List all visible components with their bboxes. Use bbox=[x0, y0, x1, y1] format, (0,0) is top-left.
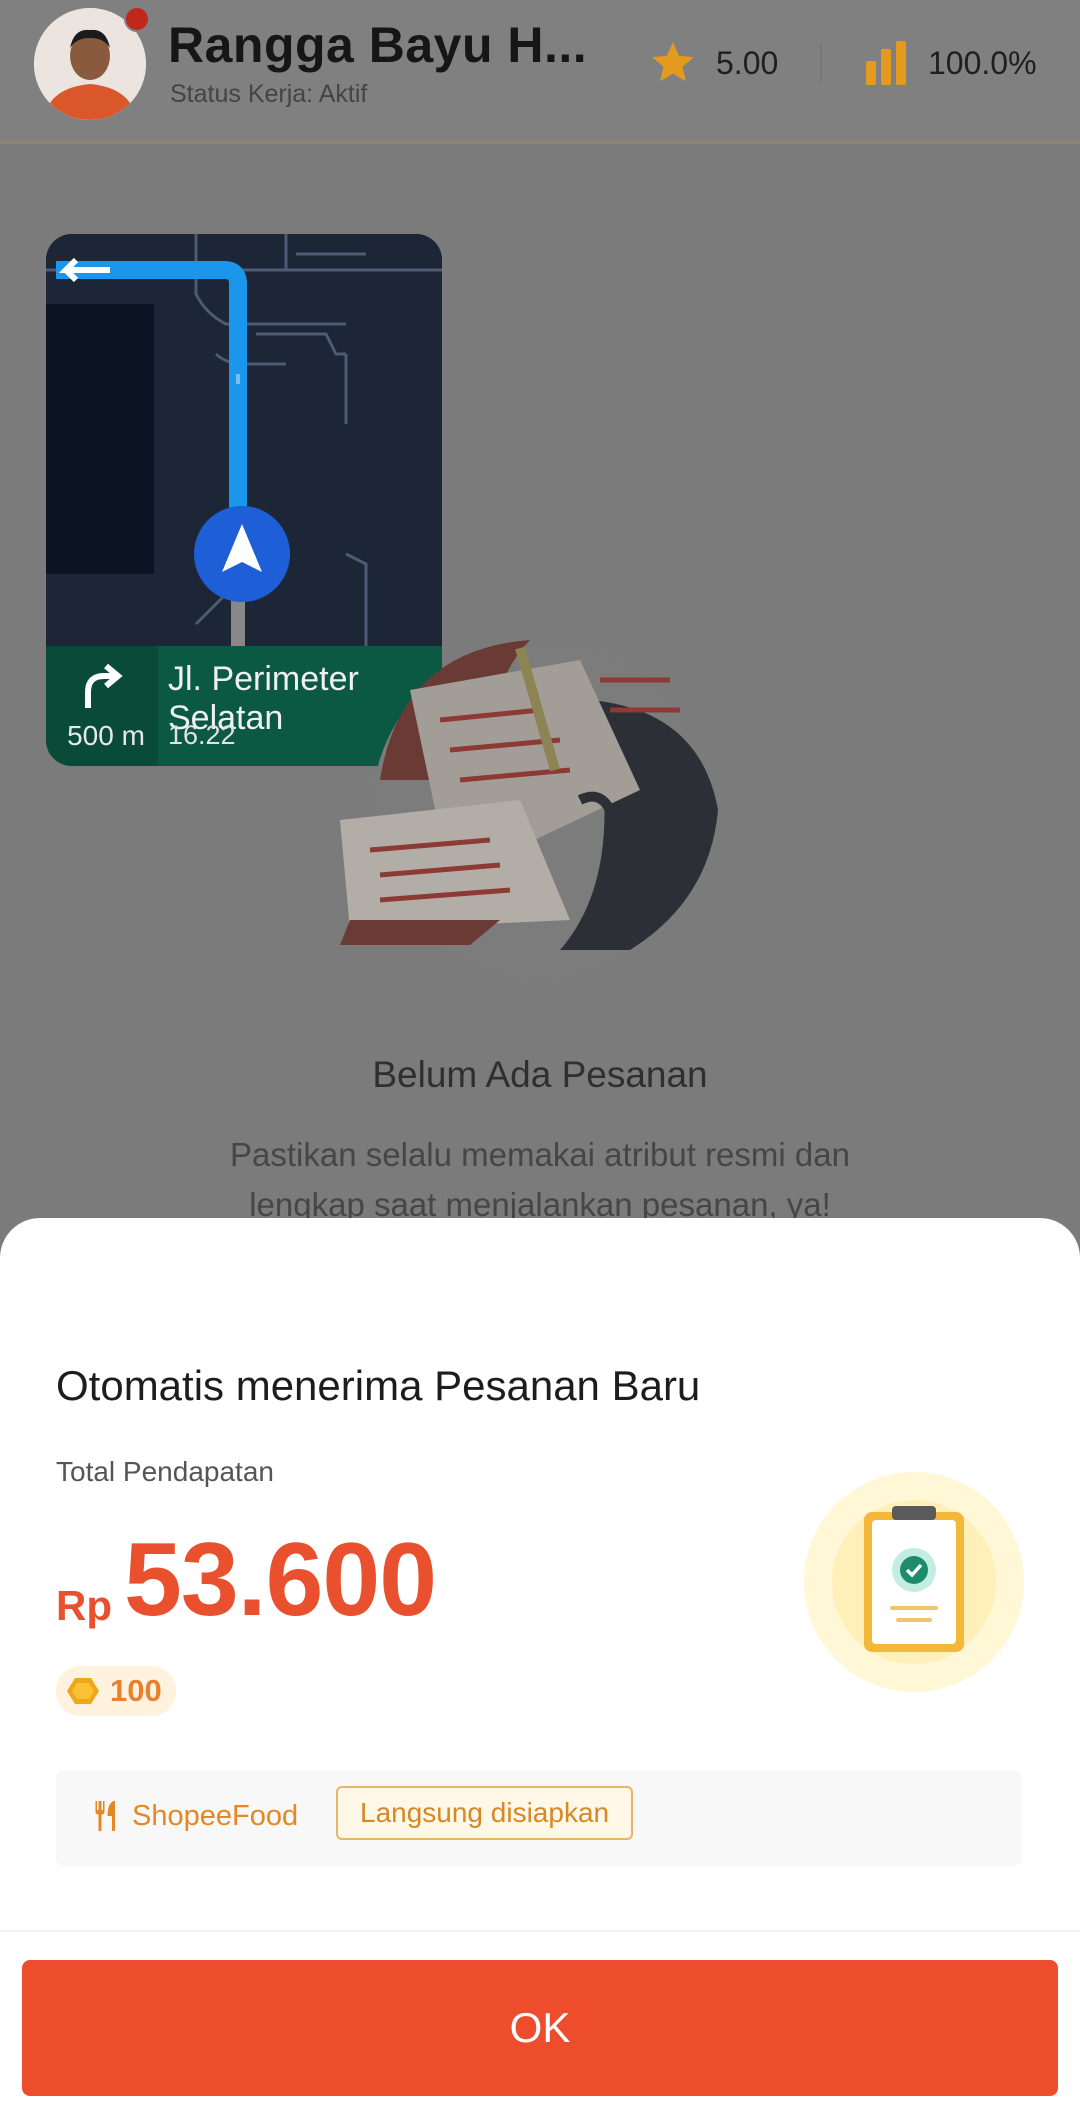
driver-name: Rangga Bayu H... bbox=[168, 17, 588, 73]
empty-state-title: Belum Ada Pesanan bbox=[372, 1054, 708, 1095]
currency-label: Rp bbox=[56, 1582, 112, 1629]
navigation-arrow-icon bbox=[194, 506, 290, 602]
service-info: ShopeeFood Langsung disiapkan bbox=[56, 1770, 1022, 1866]
ok-button[interactable]: OK bbox=[22, 1960, 1058, 2096]
sheet-divider bbox=[0, 1930, 1080, 1932]
clipboard-check-icon bbox=[804, 1472, 1024, 1692]
coins-value: 100 bbox=[110, 1673, 162, 1708]
turn-panel: 500 m bbox=[46, 646, 158, 766]
performance-stat[interactable]: 100.0% bbox=[862, 38, 1037, 88]
driver-header: Rangga Bayu H... Status Kerja: Aktif 5.0… bbox=[0, 0, 1080, 144]
bar-chart-icon bbox=[866, 41, 906, 85]
earnings-amount: 53.600 bbox=[124, 1522, 437, 1638]
navigation-map bbox=[46, 234, 442, 646]
fork-knife-icon bbox=[95, 1801, 115, 1831]
notification-dot bbox=[124, 6, 150, 32]
turn-distance: 500 m bbox=[67, 720, 145, 751]
auto-accept-order-sheet: Otomatis menerima Pesanan Baru Total Pen… bbox=[0, 1218, 1080, 2124]
rating-value: 5.00 bbox=[716, 44, 779, 81]
work-status: Status Kerja: Aktif bbox=[170, 80, 368, 108]
star-icon bbox=[652, 42, 694, 82]
turn-right-arrow-icon bbox=[85, 663, 123, 708]
preparation-tag: Langsung disiapkan bbox=[336, 1786, 634, 1840]
eta-time: 16.22 bbox=[168, 720, 236, 750]
service-name-label: ShopeeFood bbox=[88, 1798, 298, 1834]
rating-stat[interactable]: 5.00 bbox=[648, 38, 778, 88]
coin-icon bbox=[67, 1678, 99, 1704]
stat-divider bbox=[820, 44, 822, 82]
performance-value: 100.0% bbox=[928, 44, 1037, 81]
empty-state-description: Pastikan selalu memakai atribut resmi da… bbox=[230, 1136, 850, 1223]
sheet-title: Otomatis menerima Pesanan Baru bbox=[56, 1362, 701, 1409]
service-name: ShopeeFood bbox=[132, 1799, 299, 1832]
earnings-label: Total Pendapatan bbox=[56, 1456, 274, 1487]
no-orders-illustration bbox=[340, 640, 718, 978]
coins-badge: 100 bbox=[56, 1666, 176, 1716]
